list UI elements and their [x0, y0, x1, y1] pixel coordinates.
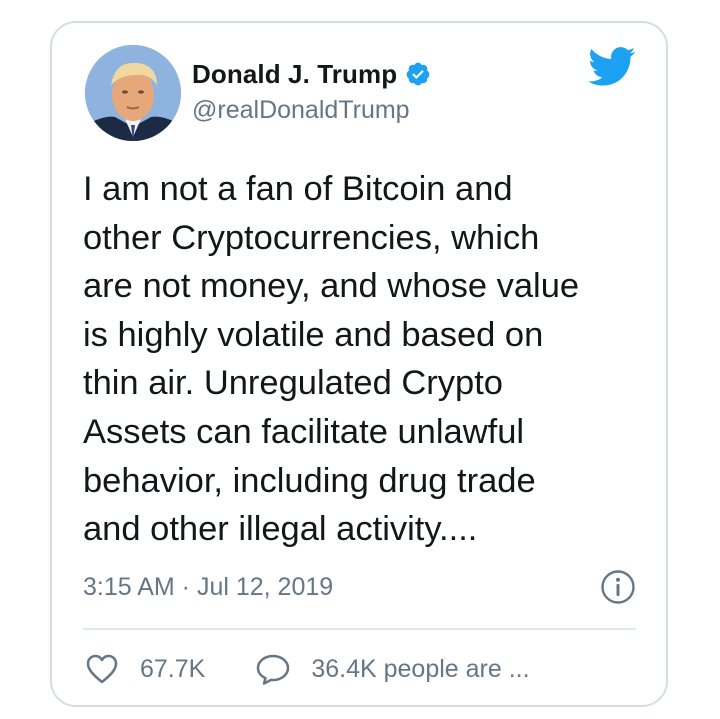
profile-photo-icon	[85, 45, 181, 141]
like-count: 67.7K	[140, 654, 206, 683]
tweet-actions: 67.7K 36.4K people are ...	[86, 649, 530, 689]
author-name-row: Donald J. Trump	[192, 57, 431, 91]
heart-icon	[86, 654, 118, 684]
tweet-timestamp[interactable]: 3:15 AM · Jul 12, 2019	[83, 573, 333, 602]
twitter-bird-icon[interactable]	[588, 47, 636, 87]
reply-button[interactable]: 36.4K people are ...	[255, 653, 530, 685]
tweet-card[interactable]: Donald J. Trump @realDonaldTrump I am no…	[50, 21, 668, 707]
verified-badge-icon	[406, 62, 430, 86]
divider	[83, 628, 636, 630]
reply-bubble-icon	[257, 654, 290, 685]
author-display-name[interactable]: Donald J. Trump	[192, 59, 397, 90]
reply-count: 36.4K people are ...	[311, 654, 530, 683]
avatar[interactable]	[85, 45, 181, 141]
like-button[interactable]: 67.7K	[86, 654, 205, 684]
tweet-meta-row: 3:15 AM · Jul 12, 2019	[83, 569, 636, 605]
tweet-text: I am not a fan of Bitcoin and other Cryp…	[83, 170, 580, 549]
author-handle[interactable]: @realDonaldTrump	[192, 96, 410, 125]
info-icon[interactable]	[600, 569, 636, 605]
